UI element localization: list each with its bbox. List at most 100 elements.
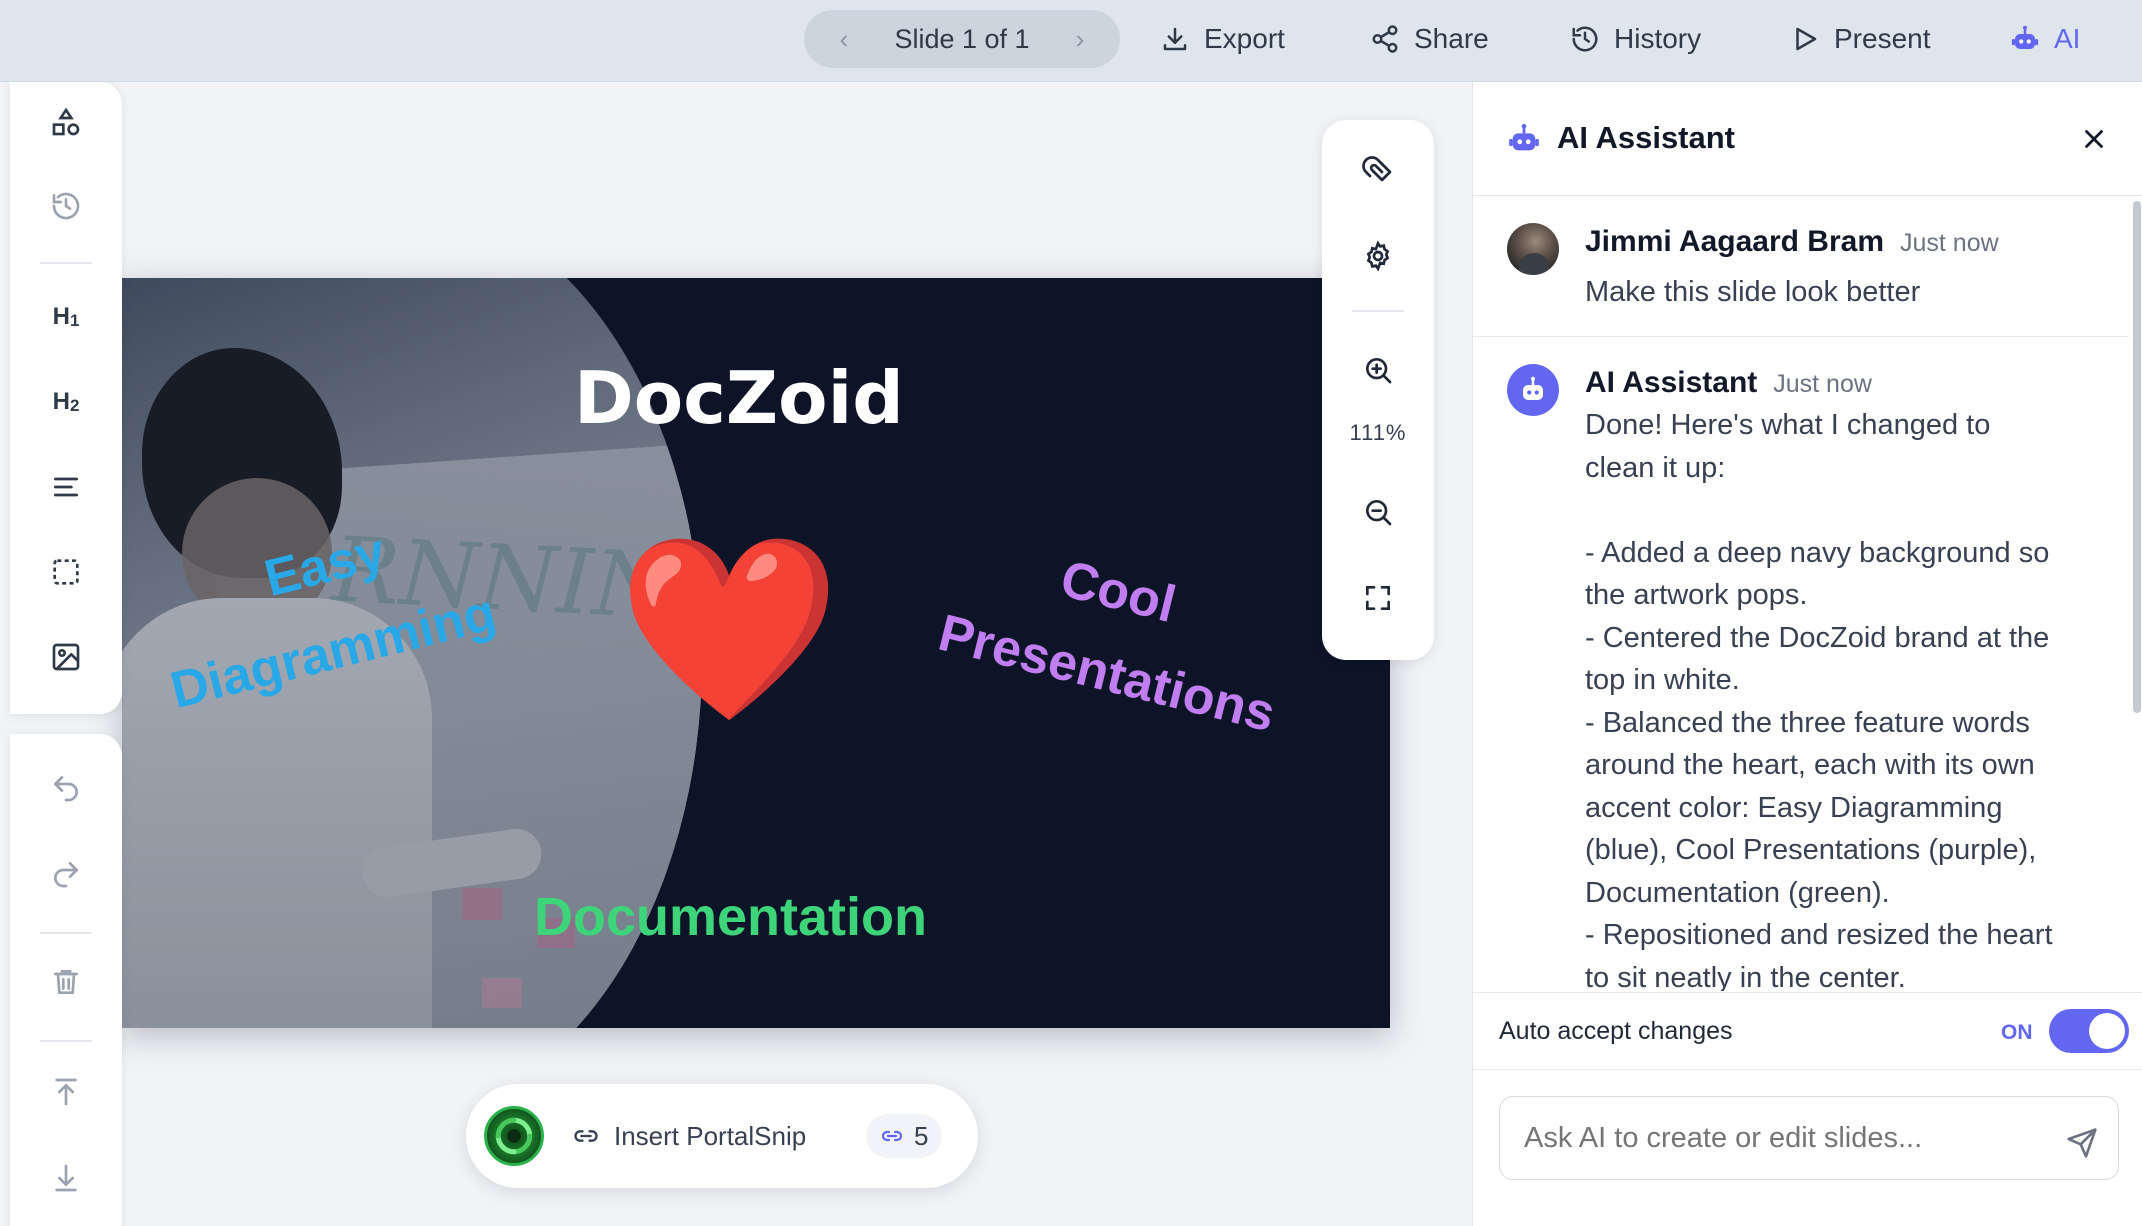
ai-label: AI xyxy=(2054,23,2081,54)
send-to-back-button[interactable] xyxy=(10,1148,122,1208)
chat-message-list[interactable]: Jimmi Aagaard Bram Just now Make this sli… xyxy=(1473,197,2142,991)
editor-canvas[interactable]: RNNING DocZoid Easy Diagramming ❤️ Cool … xyxy=(0,82,1472,1226)
message-line: - Balanced the three feature words xyxy=(1585,706,2030,739)
export-button[interactable]: Export xyxy=(1160,16,1285,62)
ai-panel-title: AI Assistant xyxy=(1557,120,1736,155)
message-author: AI Assistant xyxy=(1585,366,1758,399)
prev-slide-button[interactable]: ‹ xyxy=(832,24,856,55)
message-line: clean it up: xyxy=(1585,451,1726,484)
heading-2-tool[interactable]: H2 xyxy=(10,372,122,432)
message-line: the artwork pops. xyxy=(1585,579,1808,611)
present-button[interactable]: Present xyxy=(1790,16,1931,62)
slide-word-presentations[interactable]: Presentations xyxy=(933,603,1281,744)
slide-title[interactable]: DocZoid xyxy=(574,356,904,440)
message-line xyxy=(1585,489,2125,532)
history-icon xyxy=(52,192,80,220)
toggle-state: ON xyxy=(2001,1021,2033,1044)
message-line: to sit neatly in the center. xyxy=(1585,961,1906,992)
close-icon[interactable] xyxy=(2079,124,2109,154)
message-line: - Added a deep navy background so xyxy=(1585,536,2050,569)
top-bar: ‹ Slide 1 of 1 › Export Share History Pr… xyxy=(0,0,2142,82)
redo-icon xyxy=(54,862,78,888)
history-label: History xyxy=(1614,23,1702,54)
dashed-box-icon xyxy=(53,559,79,585)
zoom-in-button[interactable] xyxy=(1322,340,1434,400)
insert-portalsnip-button[interactable]: Insert PortalSnip xyxy=(572,1118,806,1154)
message-line: - Repositioned and resized the heart xyxy=(1585,919,2053,951)
version-history-tool[interactable] xyxy=(10,176,122,236)
message-header: AI Assistant Just now xyxy=(1585,366,1872,400)
message-line: accent color: Easy Diagramming xyxy=(1585,791,2003,824)
chat-message-assistant: AI Assistant Just now Done! Here's what I… xyxy=(1473,338,2129,991)
trash-icon xyxy=(54,970,78,994)
send-icon[interactable] xyxy=(2066,1127,2098,1159)
magnet-snap-button[interactable] xyxy=(1322,142,1434,202)
portalsnip-bar: Insert PortalSnip 5 xyxy=(466,1084,978,1188)
message-line: top in white. xyxy=(1585,664,1740,696)
share-button[interactable]: Share xyxy=(1370,16,1489,62)
slide-counter: Slide 1 of 1 xyxy=(894,23,1030,54)
slide[interactable]: RNNING DocZoid Easy Diagramming ❤️ Cool … xyxy=(122,278,1390,1028)
portalsnip-logo[interactable] xyxy=(484,1106,544,1166)
chat-message-user: Jimmi Aagaard Bram Just now Make this sli… xyxy=(1473,197,2129,337)
history-button[interactable]: History xyxy=(1570,16,1701,62)
portalsnip-count-badge[interactable]: 5 xyxy=(866,1114,943,1158)
history-icon xyxy=(1572,26,1598,52)
play-icon xyxy=(1796,27,1817,51)
robot-icon xyxy=(1523,376,1543,400)
ai-prompt-input[interactable] xyxy=(1524,1111,2044,1165)
image-tool[interactable] xyxy=(10,627,122,687)
view-toolbar: 111% xyxy=(1322,120,1434,660)
heading-1-icon: H1 xyxy=(52,303,80,330)
auto-accept-toggle[interactable] xyxy=(2049,1009,2129,1053)
insert-portalsnip-label: Insert PortalSnip xyxy=(614,1120,807,1151)
message-line: Done! Here's what I changed to xyxy=(1585,409,1991,441)
robot-icon xyxy=(1509,123,1539,151)
share-icon xyxy=(1372,25,1398,53)
auto-accept-row: Auto accept changes ON xyxy=(1473,992,2142,1070)
robot-icon xyxy=(2011,25,2039,49)
image-icon xyxy=(52,643,80,671)
message-line: - Centered the DocZoid brand at the xyxy=(1585,621,2050,654)
text-tool[interactable] xyxy=(10,457,122,517)
undo-icon xyxy=(54,776,78,802)
zoom-level: 111% xyxy=(1349,420,1407,445)
undo-button[interactable] xyxy=(10,758,122,818)
shapes-tool[interactable] xyxy=(10,92,122,152)
heading-1-tool[interactable]: H1 xyxy=(10,287,122,347)
gear-icon xyxy=(1366,240,1390,272)
arrow-down-to-line-icon xyxy=(55,1164,77,1192)
message-line: Documentation (green). xyxy=(1585,876,1890,909)
message-author: Jimmi Aagaard Bram xyxy=(1585,225,1885,258)
download-icon xyxy=(1163,27,1187,51)
message-text: Make this slide look better xyxy=(1585,276,1921,308)
ai-prompt-box xyxy=(1499,1096,2119,1180)
message-line: (blue), Cool Presentations (purple), xyxy=(1585,834,2037,866)
frame-tool[interactable] xyxy=(10,542,122,602)
export-label: Export xyxy=(1204,23,1285,54)
link-icon xyxy=(574,1130,598,1142)
left-toolbar-actions xyxy=(10,734,122,1226)
next-slide-button[interactable]: › xyxy=(1068,24,1092,55)
delete-button[interactable] xyxy=(10,952,122,1012)
link-icon xyxy=(881,1130,903,1142)
chat-scrollbar[interactable] xyxy=(2133,201,2141,713)
ai-panel-header: AI Assistant xyxy=(1473,82,2142,196)
heart-emoji[interactable]: ❤️ xyxy=(617,540,841,720)
swirl-icon xyxy=(495,1117,533,1155)
slide-navigator: ‹ Slide 1 of 1 › xyxy=(804,10,1120,68)
fullscreen-icon xyxy=(1366,586,1390,610)
bring-to-front-button[interactable] xyxy=(10,1062,122,1122)
settings-button[interactable] xyxy=(1322,226,1434,286)
arrow-up-to-line-icon xyxy=(55,1078,77,1106)
zoom-out-button[interactable] xyxy=(1322,482,1434,542)
fit-screen-button[interactable] xyxy=(1322,568,1434,628)
ai-button[interactable]: AI xyxy=(2010,16,2080,62)
auto-accept-label: Auto accept changes xyxy=(1499,1017,1733,1045)
zoom-out-icon xyxy=(1366,500,1392,526)
slide-word-documentation[interactable]: Documentation xyxy=(534,886,927,948)
slide-word-cool[interactable]: Cool xyxy=(1055,549,1182,635)
message-time: Just now xyxy=(1900,229,1999,257)
assistant-avatar xyxy=(1507,364,1559,416)
redo-button[interactable] xyxy=(10,844,122,904)
